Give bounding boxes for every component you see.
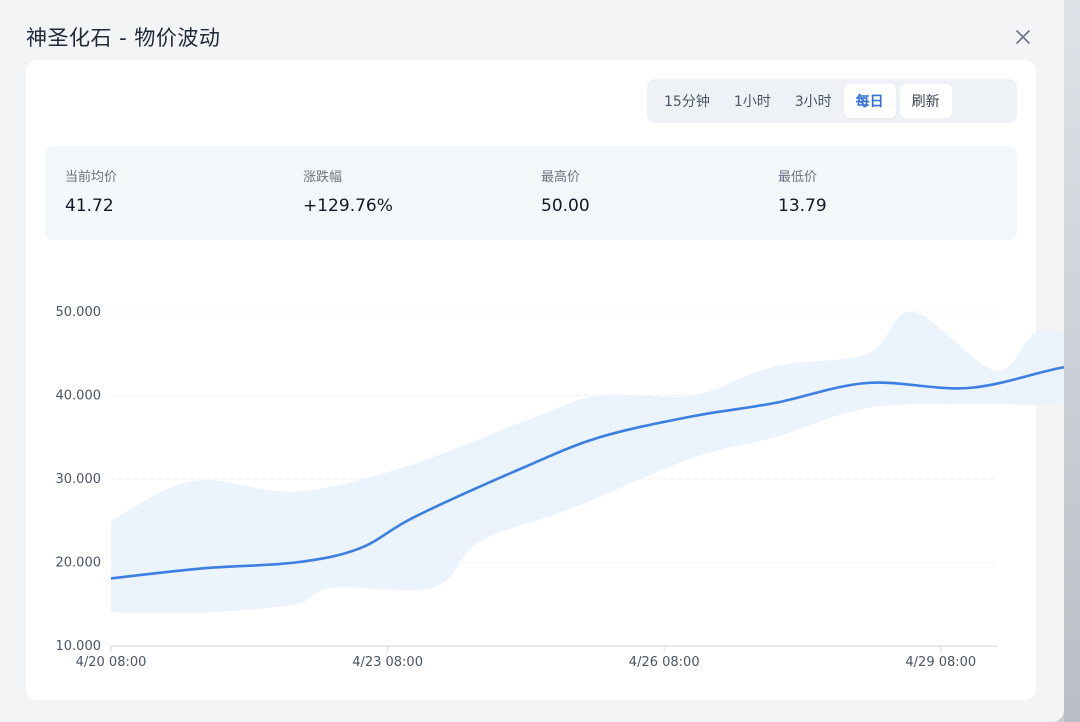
x-axis-ticks: 4/20 08:00 4/23 08:00 4/26 08:00 4/29 08:00… bbox=[76, 646, 976, 670]
x-tick-label: 4/20 08:00 bbox=[76, 655, 147, 670]
price-history-dialog: 神圣化石 - 物价波动 15分钟 1小时 3小时 每日 刷新 当前均价 41.7… bbox=[0, 0, 1064, 722]
y-tick-label: 50.000 bbox=[56, 305, 102, 320]
x-tick-label: 4/23 08:00 bbox=[352, 655, 423, 670]
price-range-band bbox=[111, 311, 1064, 614]
x-tick-label: 4/26 08:00 bbox=[629, 655, 700, 670]
y-tick-label: 40.000 bbox=[56, 389, 102, 404]
x-tick-label: 4/29 08:00 bbox=[905, 655, 976, 670]
backdrop bbox=[1064, 0, 1080, 722]
y-tick-label: 10.000 bbox=[56, 639, 102, 654]
price-chart: 4/20 08:00 4/23 08:00 4/26 08:00 4/29 08:00… bbox=[56, 305, 1064, 670]
y-tick-label: 20.000 bbox=[56, 556, 102, 571]
y-tick-label: 30.000 bbox=[56, 472, 102, 487]
y-axis-ticks: 10.000 20.000 30.000 40.000 50.000 bbox=[56, 305, 102, 654]
